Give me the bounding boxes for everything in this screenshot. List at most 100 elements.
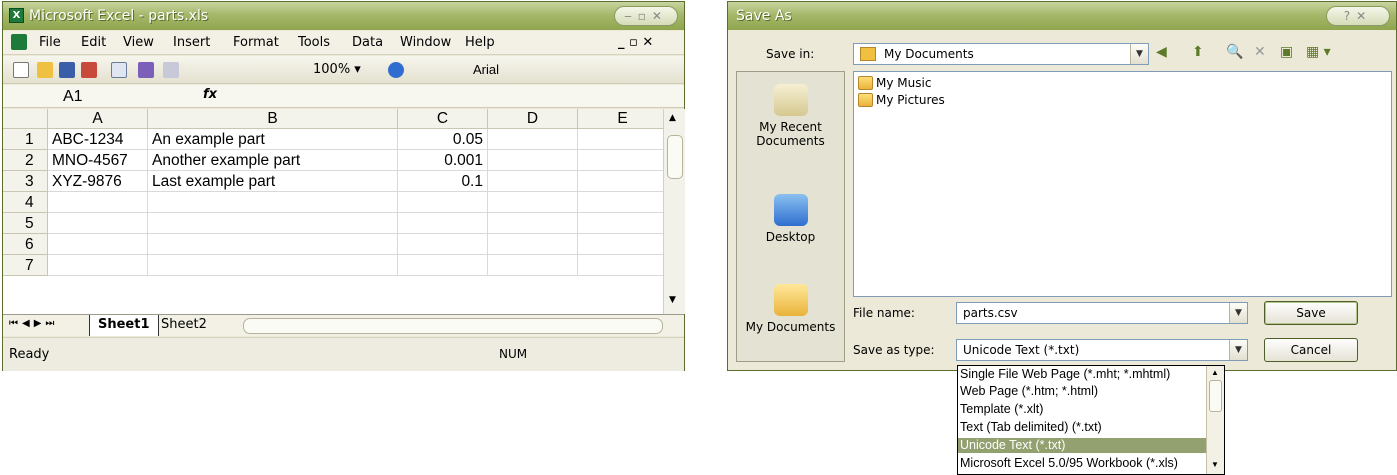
col-header-c[interactable]: C <box>398 109 488 129</box>
type-option-unicode-txt[interactable]: Unicode Text (*.txt) <box>958 438 1206 453</box>
name-box[interactable]: A1 ▼ <box>11 87 131 123</box>
cell[interactable] <box>398 192 488 213</box>
col-header-d[interactable]: D <box>488 109 578 129</box>
delete-icon[interactable]: ✕ <box>1254 44 1266 60</box>
cell[interactable] <box>488 192 578 213</box>
cancel-button[interactable]: Cancel <box>1264 338 1358 362</box>
cell[interactable] <box>578 192 663 213</box>
menu-data[interactable]: Data <box>352 35 383 50</box>
doc-window-controls[interactable]: _ ▫ ✕ <box>618 35 653 50</box>
cell[interactable] <box>148 192 398 213</box>
cell[interactable] <box>48 213 148 234</box>
horizontal-scrollbar[interactable] <box>243 318 663 334</box>
workbook-icon[interactable] <box>11 34 27 50</box>
col-header-a[interactable]: A <box>48 109 148 129</box>
type-option-tab-txt[interactable]: Text (Tab delimited) (*.txt) <box>958 420 1206 435</box>
place-my-documents[interactable]: My Documents <box>737 284 844 334</box>
menu-tools[interactable]: Tools <box>298 35 330 50</box>
new-icon[interactable] <box>13 62 29 78</box>
excel-titlebar[interactable]: X Microsoft Excel - parts.xls ‒▫✕ <box>3 2 684 30</box>
cell[interactable] <box>48 192 148 213</box>
cell[interactable] <box>488 255 578 276</box>
fx-icon[interactable]: fx <box>203 87 217 102</box>
cell[interactable] <box>148 255 398 276</box>
cell[interactable]: 0.05 <box>398 129 488 150</box>
window-controls[interactable]: ‒▫✕ <box>614 6 678 26</box>
search-web-icon[interactable]: 🔍 <box>1226 44 1243 60</box>
type-option-xls95[interactable]: Microsoft Excel 5.0/95 Workbook (*.xls) <box>958 456 1206 471</box>
type-option-xlt[interactable]: Template (*.xlt) <box>958 402 1206 417</box>
tab-sheet1[interactable]: Sheet1 <box>89 315 159 336</box>
cell[interactable] <box>488 150 578 171</box>
cell[interactable] <box>578 255 663 276</box>
cell[interactable]: MNO-4567 <box>48 150 148 171</box>
back-icon[interactable]: ◀ <box>1156 44 1167 60</box>
cell[interactable] <box>488 213 578 234</box>
cell[interactable] <box>398 234 488 255</box>
cell[interactable] <box>578 234 663 255</box>
up-folder-icon[interactable]: ⬆ <box>1192 44 1204 60</box>
cell[interactable] <box>578 213 663 234</box>
font-select[interactable]: Arial <box>473 61 673 79</box>
cell[interactable]: 0.001 <box>398 150 488 171</box>
chevron-down-icon[interactable]: ▼ <box>1130 44 1148 64</box>
cell[interactable] <box>578 150 663 171</box>
vertical-scrollbar[interactable]: ▲ ▼ <box>663 109 685 314</box>
save-button[interactable]: Save <box>1264 301 1358 325</box>
save-type-select[interactable]: Unicode Text (*.txt) ▼ <box>956 339 1248 361</box>
spreadsheet-grid[interactable]: A B C D E 1 ABC-1234 An example part 0.05 2 M… <box>3 109 663 314</box>
cell[interactable]: ABC-1234 <box>48 129 148 150</box>
row-header[interactable]: 7 <box>3 255 48 276</box>
menu-file[interactable]: File <box>39 35 61 50</box>
cell[interactable]: Another example part <box>148 150 398 171</box>
tab-sheet2[interactable]: Sheet2 <box>153 315 215 336</box>
col-header-b[interactable]: B <box>148 109 398 129</box>
cell[interactable]: Last example part <box>148 171 398 192</box>
cell[interactable] <box>488 171 578 192</box>
save-icon[interactable] <box>59 62 75 78</box>
format-painter-icon[interactable] <box>138 62 154 78</box>
menu-format[interactable]: Format <box>233 35 279 50</box>
file-list[interactable]: My Music My Pictures <box>853 71 1392 297</box>
row-header[interactable]: 1 <box>3 129 48 150</box>
select-all-corner[interactable] <box>3 109 48 129</box>
row-header[interactable]: 4 <box>3 192 48 213</box>
saveas-titlebar[interactable]: Save As ?✕ <box>728 2 1396 30</box>
menu-edit[interactable]: Edit <box>81 35 106 50</box>
file-item-my-pictures[interactable]: My Pictures <box>858 92 945 108</box>
cell[interactable] <box>398 213 488 234</box>
type-option-mht[interactable]: Single File Web Page (*.mht; *.mhtml) <box>958 367 1206 382</box>
chevron-down-icon[interactable]: ▼ <box>1229 340 1247 360</box>
place-desktop[interactable]: Desktop <box>737 194 844 244</box>
save-in-select[interactable]: My Documents ▼ <box>853 43 1149 65</box>
menu-window[interactable]: Window <box>400 35 451 50</box>
dialog-controls[interactable]: ?✕ <box>1326 6 1390 26</box>
undo-icon[interactable] <box>163 62 179 78</box>
place-my-recent-documents[interactable]: My Recent Documents <box>737 84 844 148</box>
dropdown-scrollbar[interactable]: ▲ ▼ <box>1206 366 1224 474</box>
cell[interactable]: An example part <box>148 129 398 150</box>
open-icon[interactable] <box>37 62 53 78</box>
file-name-field[interactable]: parts.csv ▼ <box>956 302 1248 324</box>
cell[interactable] <box>578 171 663 192</box>
file-item-my-music[interactable]: My Music <box>858 75 931 91</box>
cell[interactable] <box>48 255 148 276</box>
cell[interactable] <box>48 234 148 255</box>
cell[interactable] <box>148 234 398 255</box>
chevron-down-icon[interactable]: ▼ <box>1229 303 1247 323</box>
print-preview-icon[interactable] <box>111 62 127 78</box>
menu-view[interactable]: View <box>123 35 154 50</box>
cell[interactable]: XYZ-9876 <box>48 171 148 192</box>
row-header[interactable]: 5 <box>3 213 48 234</box>
menu-help[interactable]: Help <box>465 35 495 50</box>
help-icon[interactable] <box>388 62 404 78</box>
menu-insert[interactable]: Insert <box>173 35 210 50</box>
zoom-select[interactable]: 100% ▾ <box>313 61 373 79</box>
cell[interactable] <box>148 213 398 234</box>
row-header[interactable]: 2 <box>3 150 48 171</box>
save-type-dropdown-list[interactable]: Single File Web Page (*.mht; *.mhtml) We… <box>957 365 1225 475</box>
new-folder-icon[interactable]: ▣ <box>1280 44 1293 60</box>
col-header-e[interactable]: E <box>578 109 663 129</box>
vertical-scroll-thumb[interactable] <box>667 135 683 179</box>
type-option-htm[interactable]: Web Page (*.htm; *.html) <box>958 384 1206 399</box>
